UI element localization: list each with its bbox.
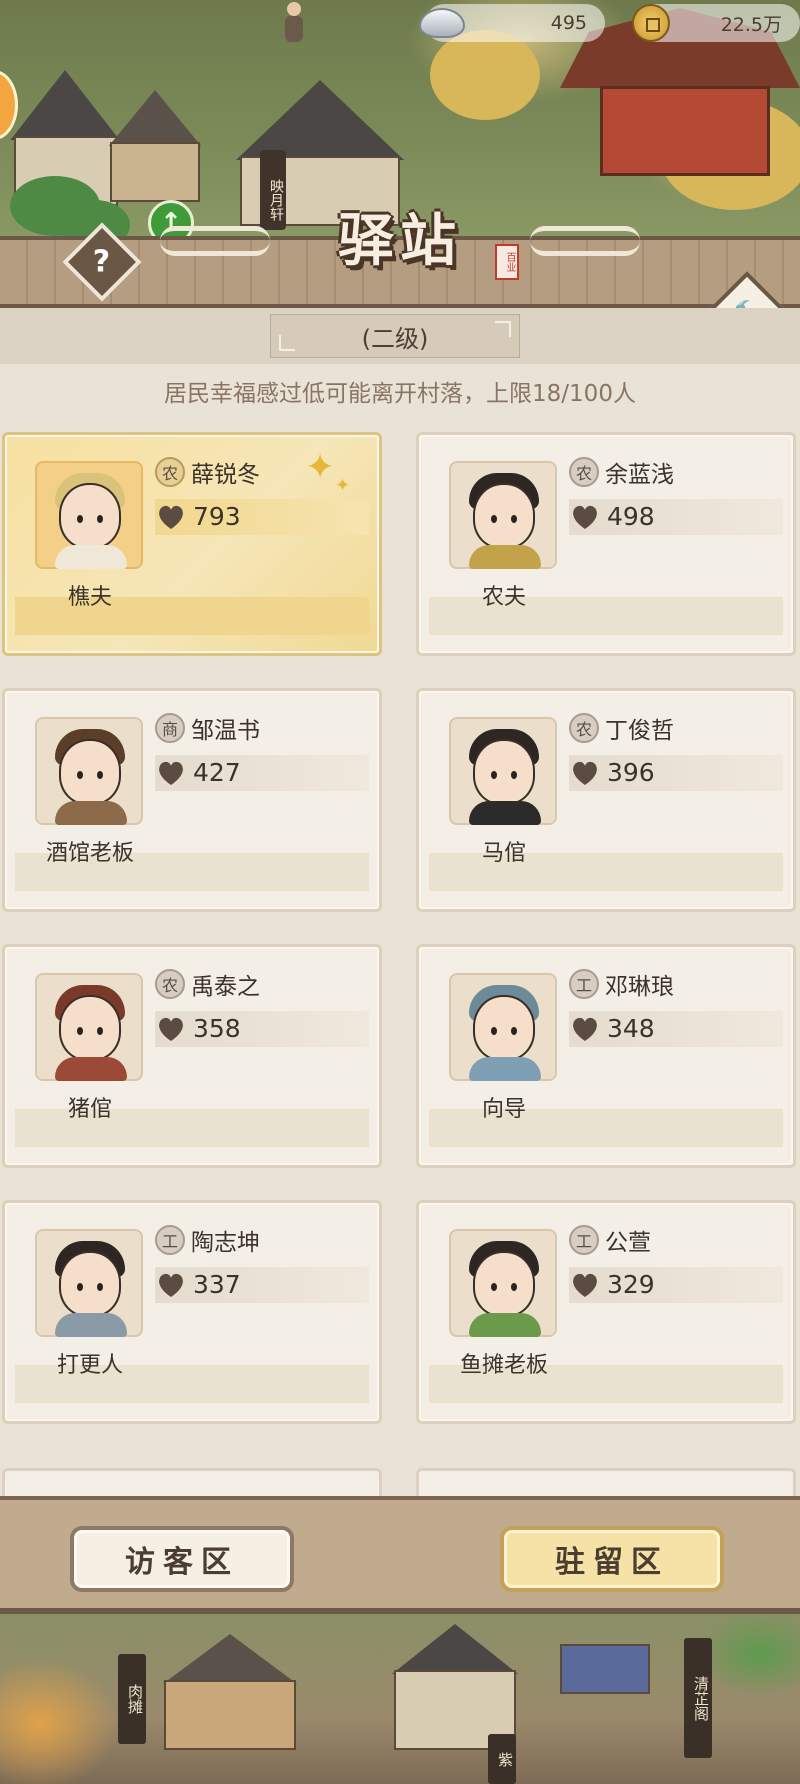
happiness-score: 793 — [193, 502, 241, 531]
coin-counter[interactable]: 22.5万 — [632, 4, 800, 42]
question-icon: ? — [93, 244, 111, 280]
heart-icon — [159, 505, 183, 529]
capacity-notice: 居民幸福感过低可能离开村落，上限18/100人 — [164, 381, 636, 407]
resident-name: 禹泰之 — [191, 974, 260, 1000]
heart-icon — [573, 1017, 597, 1041]
station-panel: (二级) 居民幸福感过低可能离开村落，上限18/100人 樵夫 农 薛锐冬 79… — [0, 308, 800, 1504]
category-badge: 商 — [155, 713, 185, 743]
resident-role: 打更人 — [56, 1353, 123, 1378]
category-badge: 农 — [569, 457, 599, 487]
happiness-bar: 329 — [569, 1267, 783, 1303]
category-badge: 工 — [569, 969, 599, 999]
happiness-score: 396 — [607, 758, 655, 787]
happiness-bar: 348 — [569, 1011, 783, 1047]
cloud-ornament-right — [530, 226, 640, 256]
category-badge: 农 — [155, 969, 185, 999]
resident-zone-button[interactable]: 驻留区 — [500, 1526, 724, 1592]
resident-card[interactable]: 打更人 工 陶志坤 337 — [2, 1200, 382, 1424]
visitor-zone-button[interactable]: 访客区 — [70, 1526, 294, 1592]
resident-portrait — [35, 717, 143, 825]
resident-portrait — [449, 973, 557, 1081]
title-banner: 驿站 — [160, 196, 640, 276]
coin-amount: 22.5万 — [720, 13, 782, 36]
category-badge: 农 — [155, 457, 185, 487]
page-title: 驿站 — [338, 208, 462, 274]
category-badge: 工 — [569, 1225, 599, 1255]
heart-icon — [159, 1017, 183, 1041]
walking-villager — [283, 2, 305, 46]
resident-portrait — [35, 973, 143, 1081]
happiness-score: 329 — [607, 1270, 655, 1299]
resident-card[interactable]: 鱼摊老板 工 公萱 329 — [416, 1200, 796, 1424]
happiness-bar: 498 — [569, 499, 783, 535]
resident-portrait — [449, 717, 557, 825]
village-scene-bottom: 肉摊 清芷阁 紫 — [0, 1614, 800, 1784]
resident-card[interactable]: 猪倌 农 禹泰之 358 — [2, 944, 382, 1168]
happiness-score: 348 — [607, 1014, 655, 1043]
category-badge: 农 — [569, 713, 599, 743]
resident-role: 鱼摊老板 — [459, 1353, 548, 1378]
resident-name: 丁俊哲 — [605, 718, 674, 744]
happiness-score: 498 — [607, 502, 655, 531]
meat-stall-sign: 肉摊 — [118, 1654, 146, 1744]
resident-card[interactable]: 向导 工 邓琳琅 348 — [416, 944, 796, 1168]
sparkle-icon: ✦ — [335, 475, 351, 496]
resident-portrait — [449, 461, 557, 569]
resident-role: 樵夫 — [67, 585, 112, 610]
red-seal-stamp: 百业 — [495, 244, 519, 280]
level-label: (二级) — [270, 314, 520, 358]
category-badge: 工 — [155, 1225, 185, 1255]
resident-name: 邓琳琅 — [605, 974, 674, 1000]
level-row: (二级) — [0, 308, 800, 364]
resident-name: 薛锐冬 — [191, 462, 260, 488]
pagoda-body — [600, 86, 770, 176]
resident-card[interactable]: 农夫 农 余蓝浅 498 — [416, 432, 796, 656]
heart-icon — [573, 761, 597, 785]
resident-portrait — [35, 1229, 143, 1337]
qingzhi-pavilion-sign: 清芷阁 — [684, 1638, 712, 1758]
resident-card[interactable]: 酒馆老板 商 邹温书 427 — [2, 688, 382, 912]
resident-card[interactable]: 樵夫 农 薛锐冬 793 ✦ ✦ — [2, 432, 382, 656]
resident-card[interactable]: 马倌 农 丁俊哲 396 — [416, 688, 796, 912]
resident-name: 邹温书 — [191, 718, 260, 744]
cloud-ornament-left — [160, 226, 270, 256]
resident-name: 陶志坤 — [191, 1230, 260, 1256]
happiness-score: 358 — [193, 1014, 241, 1043]
resident-portrait — [35, 461, 143, 569]
zone-tab-bar: 访客区 驻留区 — [0, 1496, 800, 1614]
resident-role: 酒馆老板 — [45, 841, 134, 866]
happiness-score: 427 — [193, 758, 241, 787]
resident-role: 农夫 — [481, 585, 526, 610]
happiness-bar: 358 — [155, 1011, 369, 1047]
heart-icon — [159, 761, 183, 785]
copper-coin-icon — [632, 4, 678, 46]
resident-name: 余蓝浅 — [605, 462, 674, 488]
silver-amount: 495 — [550, 12, 587, 34]
resident-role: 马倌 — [481, 841, 526, 866]
silver-counter[interactable]: 495 — [419, 4, 605, 42]
sparkle-icon: ✦ — [305, 447, 336, 488]
silver-ingot-icon — [419, 2, 465, 44]
resident-portrait — [449, 1229, 557, 1337]
happiness-bar: 793 — [155, 499, 369, 535]
resident-name: 公萱 — [605, 1230, 651, 1256]
heart-icon — [159, 1273, 183, 1297]
happiness-bar: 337 — [155, 1267, 369, 1303]
event-orb[interactable] — [0, 70, 18, 140]
happiness-bar: 396 — [569, 755, 783, 791]
heart-icon — [573, 1273, 597, 1297]
happiness-bar: 427 — [155, 755, 369, 791]
resident-role: 向导 — [481, 1097, 526, 1122]
heart-icon — [573, 505, 597, 529]
resident-role: 猪倌 — [67, 1097, 112, 1122]
purple-sign: 紫 — [488, 1734, 516, 1784]
happiness-score: 337 — [193, 1270, 241, 1299]
